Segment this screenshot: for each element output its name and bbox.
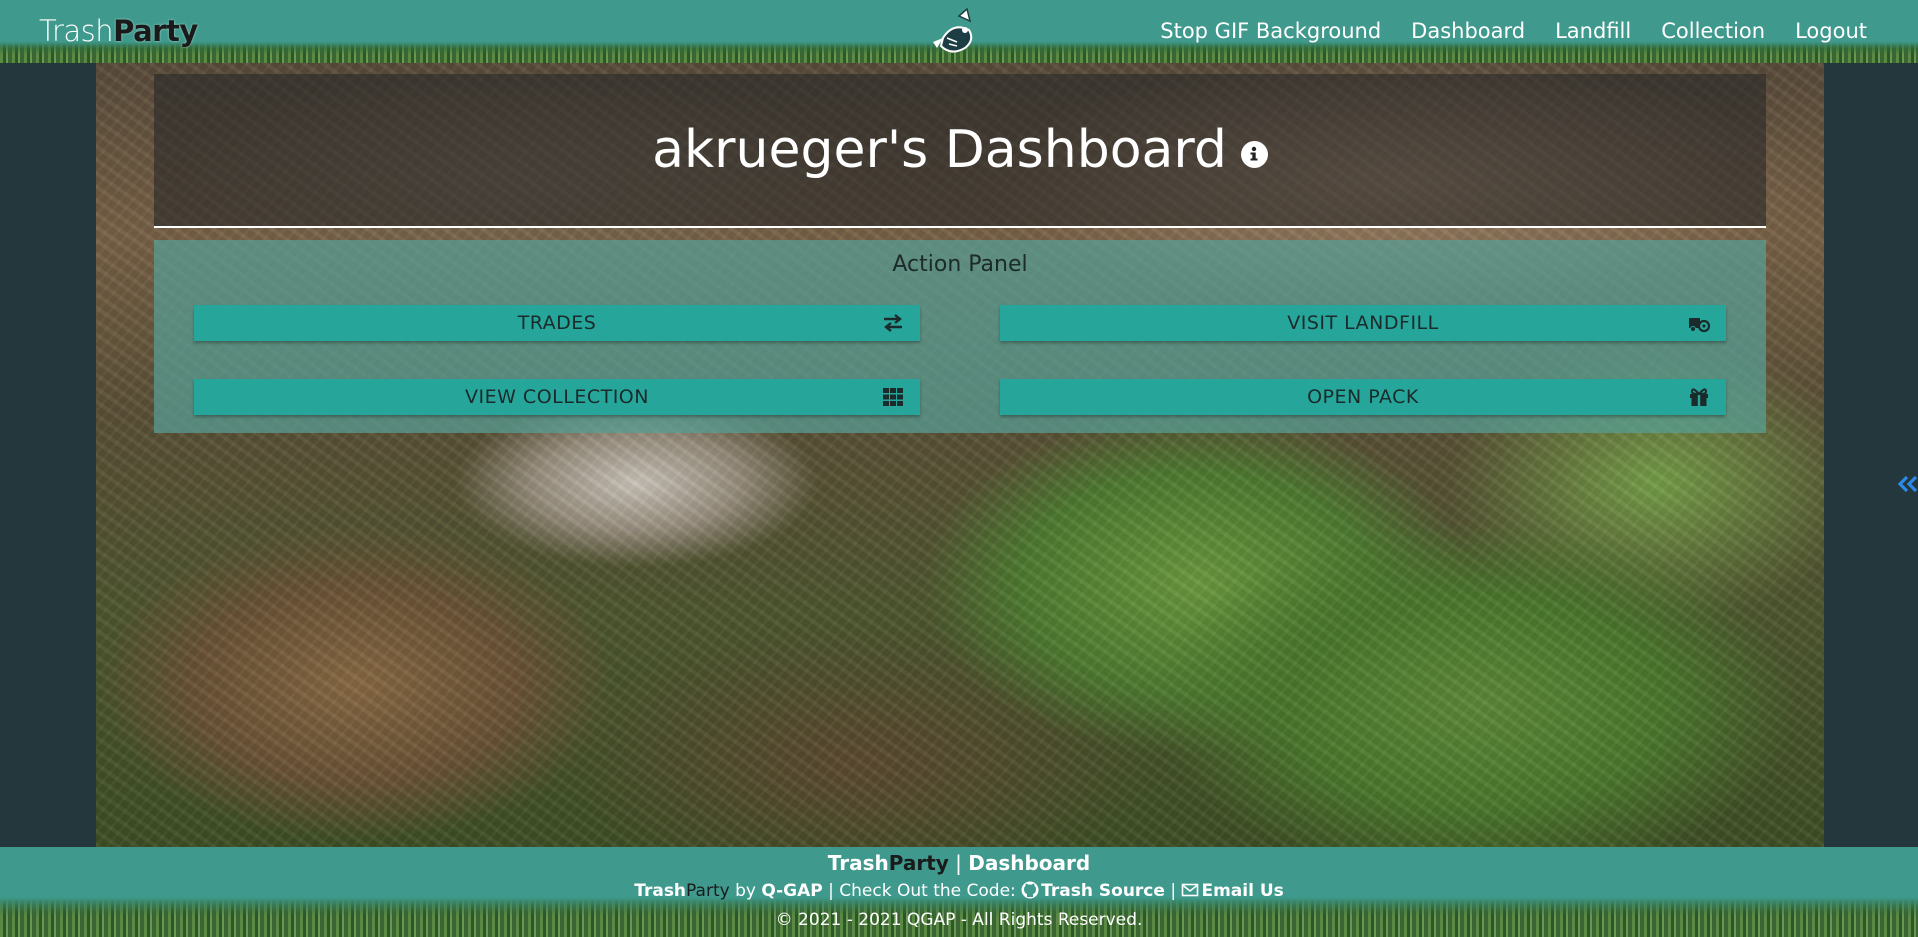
nav-landfill[interactable]: Landfill — [1555, 19, 1631, 43]
footer-credit-brand-a: Trash — [634, 881, 687, 901]
footer-brand-b: Party — [888, 851, 949, 875]
action-panel-title: Action Panel — [892, 252, 1028, 277]
footer-page-line: TrashParty | Dashboard — [0, 851, 1918, 875]
double-chevron-left-icon[interactable] — [1897, 470, 1918, 498]
brand-light: Trash — [39, 14, 114, 48]
open-pack-button[interactable]: OPEN PACK — [1000, 379, 1726, 415]
page-title: akrueger's Dashboard — [652, 120, 1227, 180]
footer-separator: | — [948, 851, 969, 875]
nav-stop-gif[interactable]: Stop GIF Background — [1160, 19, 1381, 43]
trash-source-link[interactable]: Trash Source — [1021, 881, 1165, 901]
info-circle-icon[interactable] — [1240, 140, 1268, 168]
nav-collection[interactable]: Collection — [1661, 19, 1765, 43]
exchange-arrows-icon — [884, 314, 902, 332]
truck-recycle-icon — [1689, 318, 1710, 333]
footer-brand-a: Trash — [827, 851, 889, 875]
navbar: TrashParty Stop GIF Background Dashboard… — [0, 0, 1918, 63]
dashboard-header: akrueger's Dashboard — [154, 74, 1766, 228]
brand-bold: Party — [113, 14, 198, 48]
footer-copyright: © 2021 - 2021 QGAP - All Rights Reserved… — [775, 910, 1143, 930]
trash-source-label: Trash Source — [1041, 881, 1165, 901]
trades-button[interactable]: TRADES — [194, 305, 920, 341]
nav-links: Stop GIF Background Dashboard Landfill C… — [1160, 19, 1867, 43]
gift-icon — [1690, 388, 1708, 406]
grid-icon — [883, 388, 903, 406]
visit-landfill-button-label: VISIT LANDFILL — [1287, 312, 1439, 334]
view-collection-button[interactable]: VIEW COLLECTION — [194, 379, 920, 415]
trades-button-label: TRADES — [517, 312, 597, 334]
open-pack-button-label: OPEN PACK — [1307, 386, 1419, 408]
footer: TrashParty | Dashboard TrashParty by Q-G… — [0, 847, 1918, 937]
view-collection-button-label: VIEW COLLECTION — [465, 386, 649, 408]
envelope-icon — [1182, 883, 1199, 897]
email-us-label: Email Us — [1201, 881, 1284, 901]
email-us-link[interactable]: Email Us — [1181, 881, 1284, 901]
nav-logout[interactable]: Logout — [1795, 19, 1867, 43]
visit-landfill-button[interactable]: VISIT LANDFILL — [1000, 305, 1726, 341]
footer-credits-line: TrashParty by Q-GAP | Check Out the Code… — [0, 881, 1918, 901]
footer-separator-2: | — [1164, 881, 1182, 901]
footer-page-name: Dashboard — [968, 851, 1091, 875]
nav-dashboard[interactable]: Dashboard — [1411, 19, 1525, 43]
footer-check-text: | Check Out the Code: — [822, 881, 1022, 901]
footer-credit-brand-b: Party — [686, 881, 730, 901]
party-bird-logo-icon[interactable] — [925, 8, 981, 58]
footer-by-text: by — [729, 881, 762, 901]
action-panel: Action Panel TRADES VISIT LANDFILL VIEW … — [154, 240, 1766, 433]
page-title-row: akrueger's Dashboard — [154, 120, 1766, 180]
github-icon — [1021, 881, 1039, 899]
brand-logo-text[interactable]: TrashParty — [39, 14, 198, 48]
qgap-link[interactable]: Q-GAP — [761, 881, 822, 901]
